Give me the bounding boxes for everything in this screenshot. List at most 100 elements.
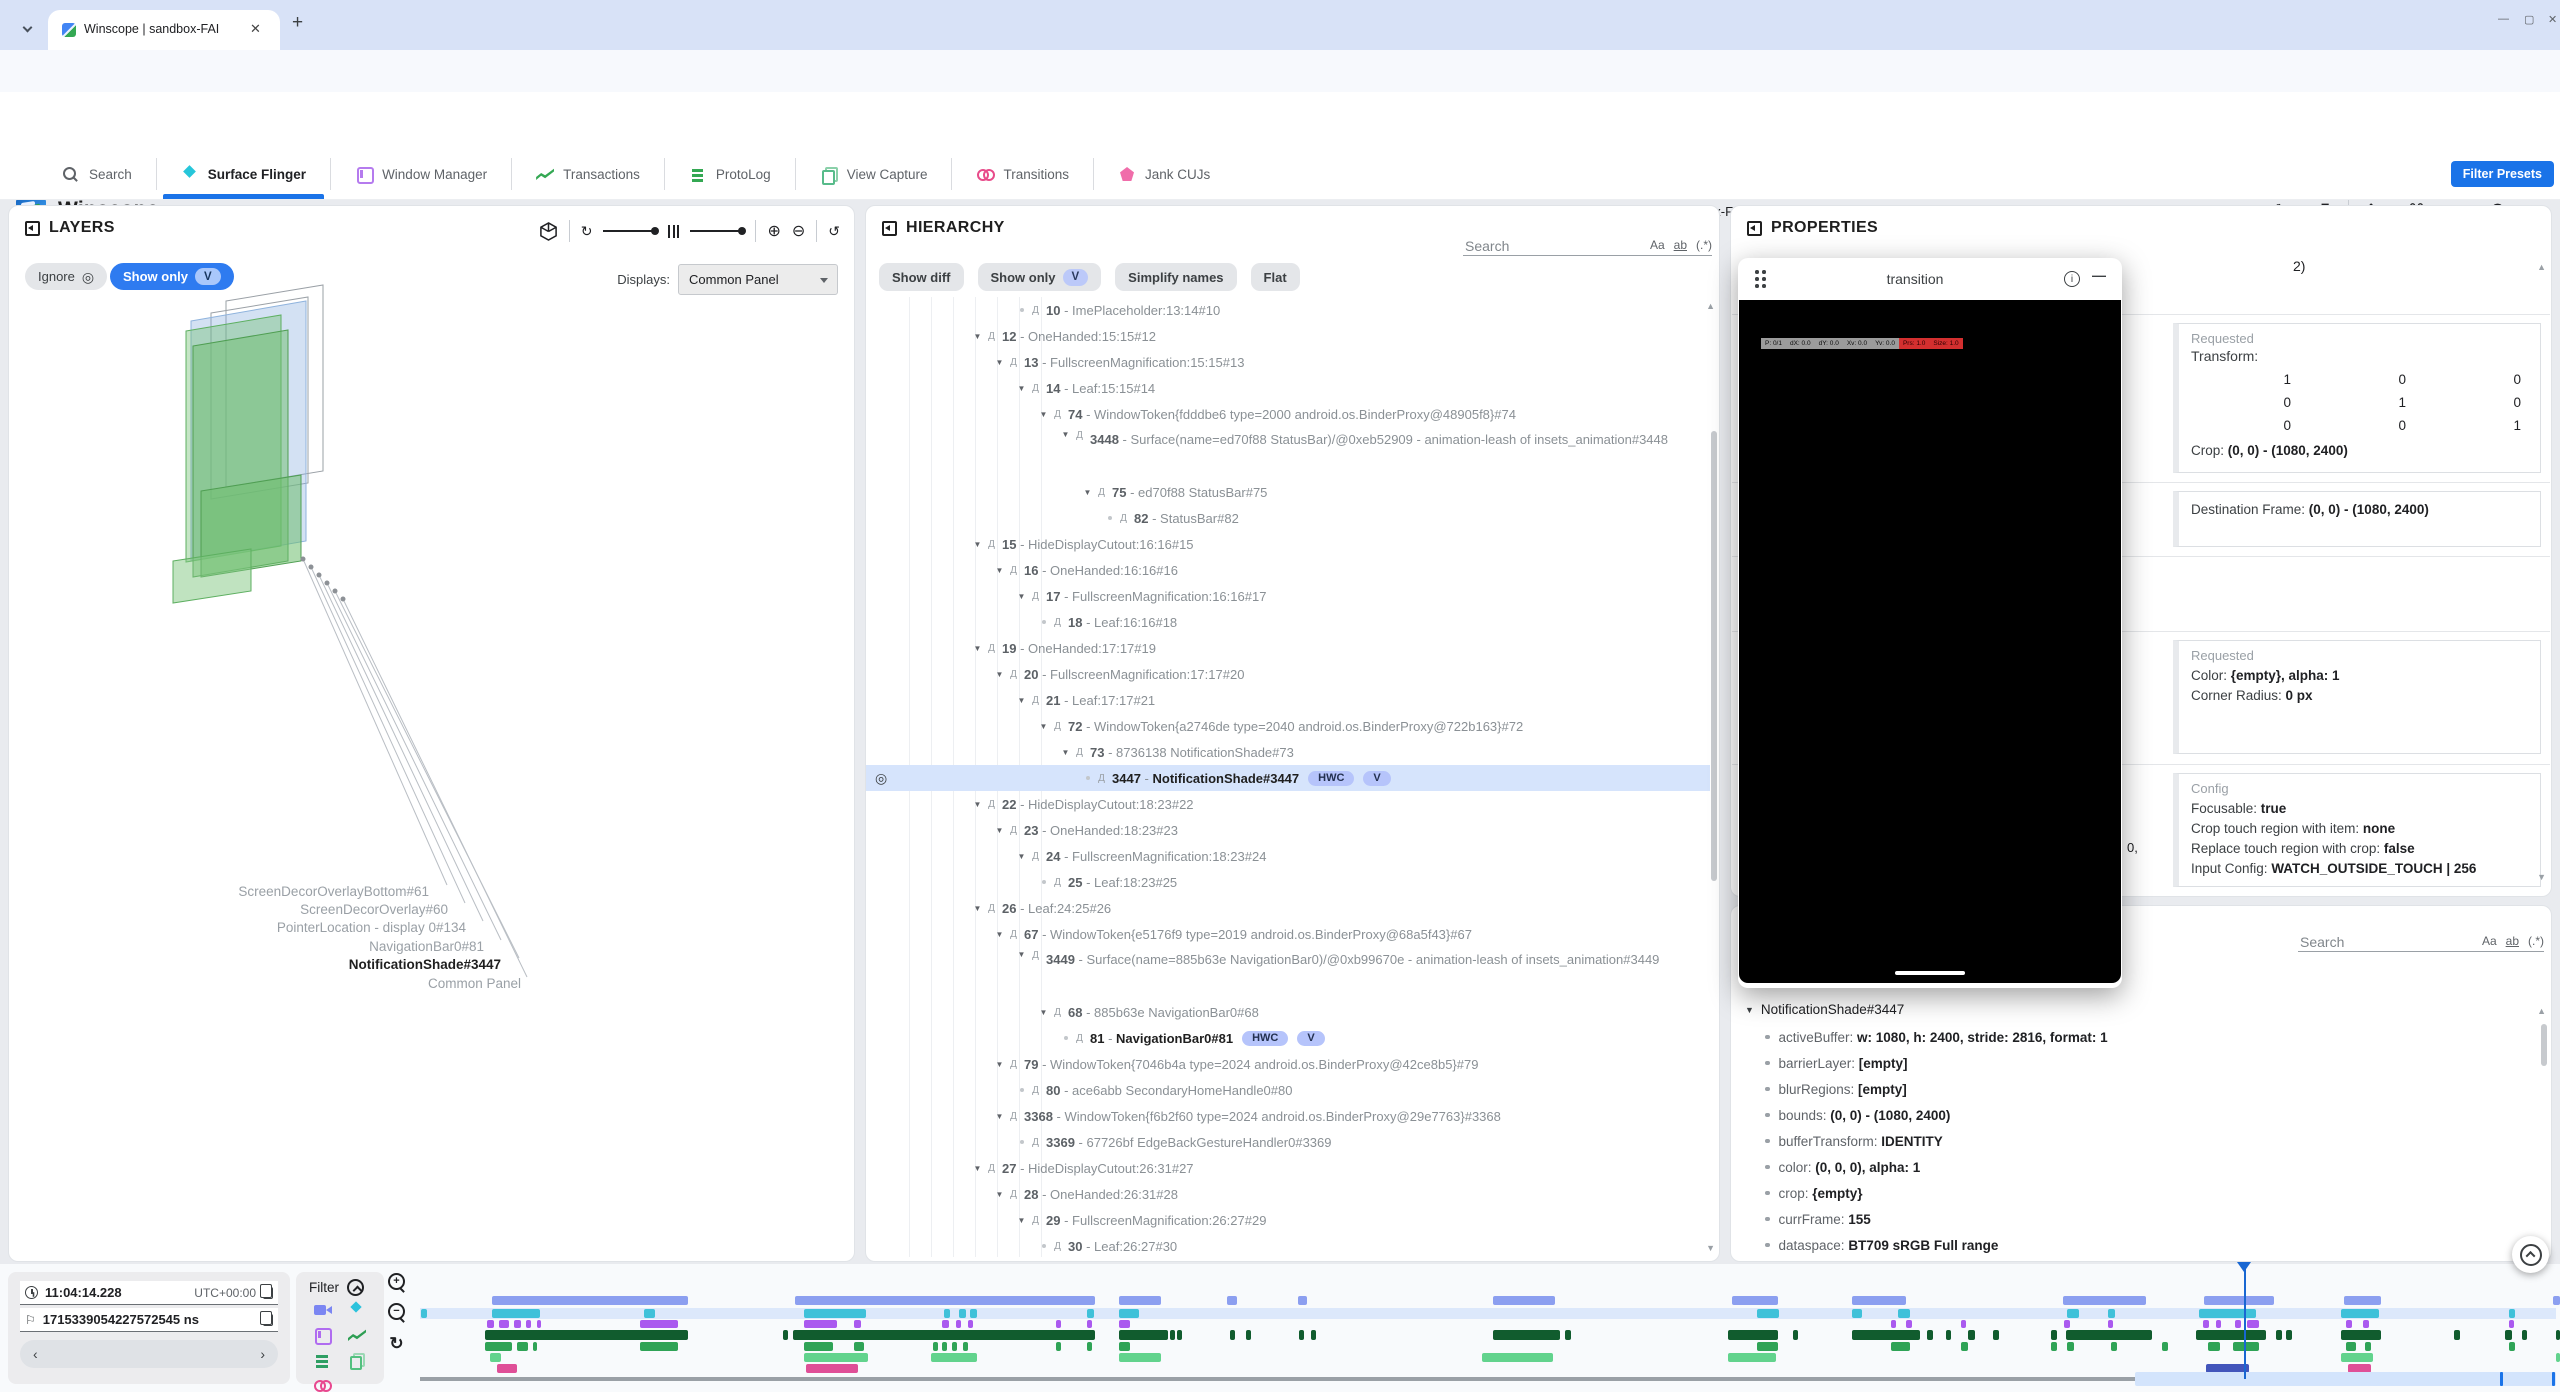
scroll-up-icon[interactable]: ▲ [2537, 1006, 2546, 1016]
copy-icon[interactable] [263, 1287, 273, 1299]
expand-arrow-icon[interactable]: ▼ [970, 644, 985, 653]
prev-frame-icon[interactable]: ‹ [33, 1346, 38, 1362]
tree-node-30[interactable]: Д30 - Leaf:26:27#30 [866, 1233, 1710, 1257]
regex-icon[interactable]: (.*) [2528, 934, 2544, 948]
expand-arrow-icon[interactable]: ▼ [1036, 722, 1051, 731]
tree-node-3447[interactable]: ◎Д3447 - NotificationShade#3447HWCV [866, 765, 1710, 791]
pin-icon[interactable]: Д [1051, 721, 1064, 732]
tree-node-3369[interactable]: Д3369 - 67726bf EdgeBackGestureHandler0#… [866, 1129, 1710, 1155]
tree-node-12[interactable]: ▼Д12 - OneHanded:15:15#12 [866, 323, 1710, 349]
layer-label-pointerlocation-display-0-134[interactable]: PointerLocation - display 0#134 [66, 920, 466, 935]
match-case-icon[interactable]: Aa [1650, 238, 1665, 252]
properties-search-input[interactable] [2298, 933, 2482, 951]
tree-node-23[interactable]: ▼Д23 - OneHanded:18:23#23 [866, 817, 1710, 843]
tree-node-16[interactable]: ▼Д16 - OneHanded:16:16#16 [866, 557, 1710, 583]
ns-time-field[interactable]: ⚐ 1715339054227572545 ns [20, 1308, 278, 1332]
tab-protolog[interactable]: ProtoLog [665, 148, 795, 200]
expand-arrow-icon[interactable]: ▼ [970, 332, 985, 341]
surface-flinger-trace-icon[interactable] [348, 1302, 366, 1318]
transitions-trace-icon[interactable] [314, 1377, 332, 1392]
browser-tab[interactable]: Winscope | sandbox-FAI ✕ [48, 10, 280, 50]
expand-arrow-icon[interactable]: ▼ [1745, 1005, 1754, 1015]
pin-icon[interactable]: Д [1073, 1033, 1086, 1044]
tree-node-25[interactable]: Д25 - Leaf:18:23#25 [866, 869, 1710, 895]
tree-node-74[interactable]: ▼Д74 - WindowToken{fdddbe6 type=2000 and… [866, 401, 1710, 427]
hierarchy-search-input[interactable] [1463, 237, 1650, 255]
tree-node-22[interactable]: ▼Д22 - HideDisplayCutout:18:23#22 [866, 791, 1710, 817]
info-icon[interactable]: i [2064, 271, 2080, 287]
tree-node-21[interactable]: ▼Д21 - Leaf:17:17#21 [866, 687, 1710, 713]
collapse-timeline-button[interactable] [2512, 1236, 2549, 1273]
expand-arrow-icon[interactable]: ▼ [970, 904, 985, 913]
leaf-dot-icon[interactable] [1014, 1086, 1029, 1095]
match-word-icon[interactable]: ab [1674, 238, 1687, 252]
tree-node-24[interactable]: ▼Д24 - FullscreenMagnification:18:23#24 [866, 843, 1710, 869]
layer-label-common-panel[interactable]: Common Panel [121, 976, 521, 991]
timeline-cursor-handle[interactable] [2237, 1262, 2251, 1272]
pin-icon[interactable]: Д [1073, 747, 1086, 758]
pin-icon[interactable]: Д [1051, 1007, 1064, 1018]
show-only-button[interactable]: Show onlyV [978, 263, 1102, 291]
property-row-currframe-[interactable]: currFrame: 155 [1765, 1206, 1871, 1232]
tree-node-3368[interactable]: ▼Д3368 - WindowToken{f6b2f60 type=2024 a… [866, 1103, 1710, 1129]
show-diff-button[interactable]: Show diff [879, 263, 964, 291]
scroll-up-icon[interactable]: ▲ [1706, 301, 1715, 311]
tree-node-18[interactable]: Д18 - Leaf:16:16#18 [866, 609, 1710, 635]
screen-recording-trace-icon[interactable] [314, 1302, 332, 1318]
tree-node-19[interactable]: ▼Д19 - OneHanded:17:17#19 [866, 635, 1710, 661]
pin-icon[interactable]: Д [985, 331, 998, 342]
expand-arrow-icon[interactable]: ▼ [1058, 430, 1073, 439]
tree-node-28[interactable]: ▼Д28 - OneHanded:26:31#28 [866, 1181, 1710, 1207]
selection-tick[interactable] [2552, 1372, 2555, 1386]
expand-arrow-icon[interactable]: ▼ [1014, 852, 1029, 861]
copy-icon[interactable] [263, 1314, 273, 1326]
expand-arrow-icon[interactable]: ▼ [1014, 950, 1029, 959]
layers-3d-view[interactable] [9, 251, 854, 1261]
expand-arrow-icon[interactable]: ▼ [992, 1112, 1007, 1121]
pin-icon[interactable]: Д [1117, 513, 1130, 524]
panel-icon[interactable] [25, 221, 40, 236]
timeline-reset-icon[interactable]: ↻ [389, 1334, 403, 1354]
tree-node-68[interactable]: ▼Д68 - 885b63e NavigationBar0#68 [866, 999, 1710, 1025]
timeline-canvas[interactable] [420, 1264, 2556, 1392]
tree-node-10[interactable]: Д10 - ImePlaceholder:13:14#10 [866, 297, 1710, 323]
property-row-color-[interactable]: color: (0, 0, 0), alpha: 1 [1765, 1154, 1920, 1180]
pin-icon[interactable]: Д [1029, 591, 1042, 602]
layer-label-navigationbar0-81[interactable]: NavigationBar0#81 [84, 939, 484, 954]
expand-arrow-icon[interactable]: ▼ [992, 670, 1007, 679]
flat-button[interactable]: Flat [1251, 263, 1300, 291]
pin-icon[interactable]: Д [1007, 1189, 1020, 1200]
pin-icon[interactable]: Д [1007, 1111, 1020, 1122]
tab-surface-flinger[interactable]: Surface Flinger [157, 148, 330, 200]
tab-transactions[interactable]: Transactions [512, 148, 664, 200]
cube-3d-icon[interactable] [539, 222, 558, 241]
hierarchy-scrollbar[interactable] [1711, 431, 1717, 881]
minimize-icon[interactable]: — [2092, 267, 2106, 283]
leaf-dot-icon[interactable] [1058, 1034, 1073, 1043]
expand-arrow-icon[interactable]: ▼ [1014, 1216, 1029, 1225]
window-maximize-icon[interactable]: ▢ [2524, 13, 2534, 26]
property-row-blurregions-[interactable]: blurRegions: [empty] [1765, 1076, 1907, 1102]
expand-arrow-icon[interactable]: ▼ [992, 826, 1007, 835]
tree-node-29[interactable]: ▼Д29 - FullscreenMagnification:26:27#29 [866, 1207, 1710, 1233]
property-row-crop-[interactable]: crop: {empty} [1765, 1180, 1863, 1206]
pin-icon[interactable]: Д [985, 1163, 998, 1174]
collapse-filter-icon[interactable] [347, 1279, 364, 1296]
pin-icon[interactable]: Д [1007, 357, 1020, 368]
pin-icon[interactable]: Д [1029, 1215, 1042, 1226]
scroll-down-icon[interactable]: ▼ [2537, 872, 2546, 882]
pin-icon[interactable]: Д [1007, 1059, 1020, 1070]
pin-icon[interactable]: Д [1007, 669, 1020, 680]
property-row-buffertransform-[interactable]: bufferTransform: IDENTITY [1765, 1128, 1943, 1154]
pin-icon[interactable]: Д [1029, 851, 1042, 862]
expand-arrow-icon[interactable]: ▼ [1036, 1008, 1051, 1017]
leaf-dot-icon[interactable] [1014, 1138, 1029, 1147]
timeline-scroll-track[interactable] [420, 1377, 2135, 1381]
pin-icon[interactable]: Д [1051, 877, 1064, 888]
view-capture-trace-icon[interactable] [348, 1352, 366, 1368]
tab-jank-cujs[interactable]: Jank CUJs [1094, 148, 1234, 200]
pin-icon[interactable]: Д [1051, 617, 1064, 628]
tree-node-13[interactable]: ▼Д13 - FullscreenMagnification:15:15#13 [866, 349, 1710, 375]
drag-handle-icon[interactable] [1754, 270, 1766, 288]
pin-icon[interactable]: Д [1007, 929, 1020, 940]
